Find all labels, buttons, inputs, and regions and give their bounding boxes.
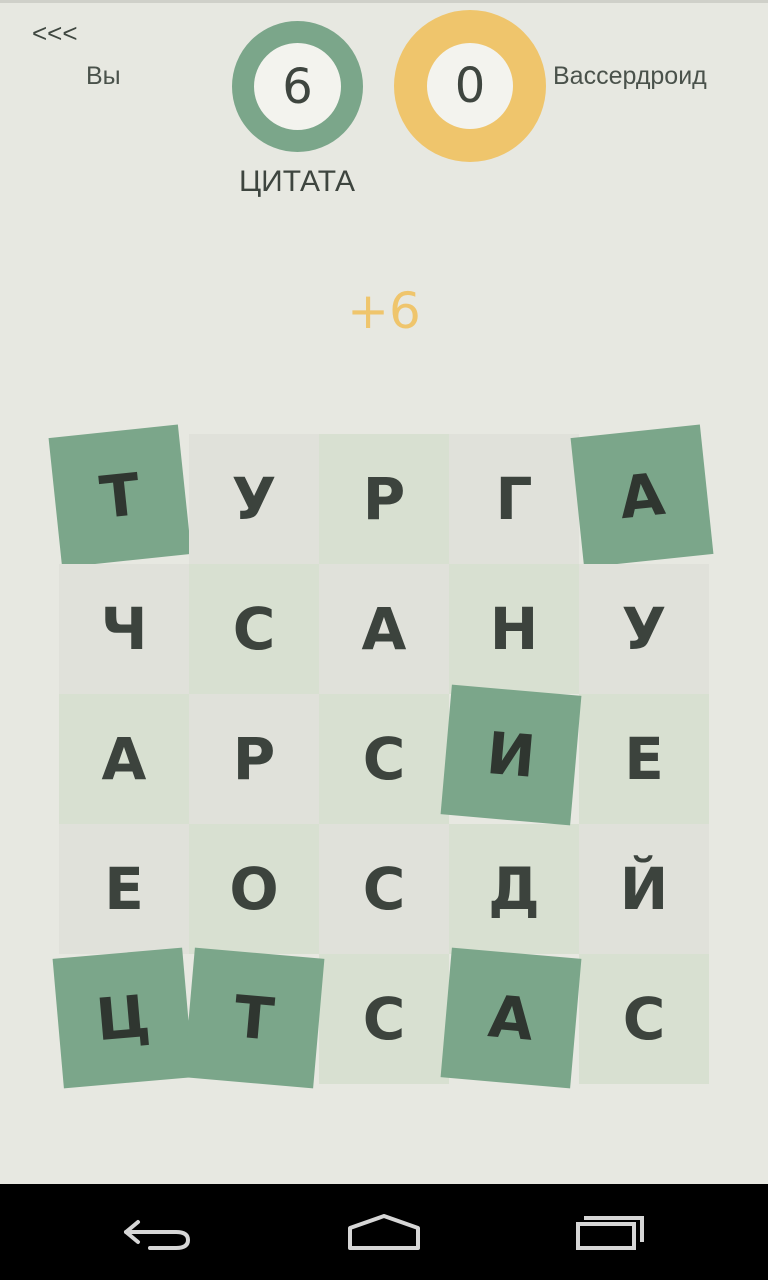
- tile-r1c2[interactable]: У: [189, 434, 319, 564]
- back-button[interactable]: <<<: [32, 18, 78, 49]
- tile-r5c2[interactable]: Т: [183, 947, 325, 1089]
- tile-r3c1[interactable]: А: [59, 694, 189, 824]
- opponent-score: 0: [454, 58, 486, 114]
- tile-r4c1[interactable]: Е: [59, 824, 189, 954]
- tile-r4c2[interactable]: О: [189, 824, 319, 954]
- tile-r2c1[interactable]: Ч: [59, 564, 189, 694]
- tile-r5c5[interactable]: С: [579, 954, 709, 1084]
- tile-r2c5[interactable]: У: [579, 564, 709, 694]
- player-score: 6: [282, 58, 313, 115]
- tile-r5c4[interactable]: А: [440, 947, 582, 1089]
- tile-r5c1[interactable]: Ц: [52, 947, 194, 1089]
- nav-recents-button[interactable]: [530, 1184, 690, 1280]
- score-gain: +6: [347, 282, 421, 340]
- tile-r1c4[interactable]: Г: [449, 434, 579, 564]
- tile-r5c3[interactable]: С: [319, 954, 449, 1084]
- nav-back-button[interactable]: [80, 1184, 240, 1280]
- tile-r2c4[interactable]: Н: [449, 564, 579, 694]
- top-divider: [0, 0, 768, 3]
- tile-r4c3[interactable]: С: [319, 824, 449, 954]
- tile-r4c4[interactable]: Д: [449, 824, 579, 954]
- player-name: Вы: [86, 62, 121, 90]
- tile-r3c2[interactable]: Р: [189, 694, 319, 824]
- back-arrow-icon: [124, 1220, 191, 1250]
- opponent-score-ring: 0: [394, 10, 546, 162]
- tile-r3c3[interactable]: С: [319, 694, 449, 824]
- current-word: ЦИТАТА: [238, 165, 356, 198]
- tile-r3c4[interactable]: И: [440, 684, 582, 826]
- tile-r4c5[interactable]: Й: [579, 824, 709, 954]
- player-score-ring: 6: [232, 21, 363, 152]
- recents-icon: [576, 1216, 644, 1250]
- nav-home-button[interactable]: [304, 1184, 464, 1280]
- tile-r2c3[interactable]: А: [319, 564, 449, 694]
- tile-r1c5[interactable]: А: [570, 424, 714, 568]
- tile-r1c3[interactable]: Р: [319, 434, 449, 564]
- home-icon: [348, 1214, 420, 1250]
- tile-r3c5[interactable]: Е: [579, 694, 709, 824]
- tile-r1c1[interactable]: Т: [48, 424, 192, 568]
- system-navbar: [0, 1184, 768, 1280]
- opponent-name: Вассердроид: [553, 62, 707, 90]
- tile-r2c2[interactable]: С: [189, 564, 319, 694]
